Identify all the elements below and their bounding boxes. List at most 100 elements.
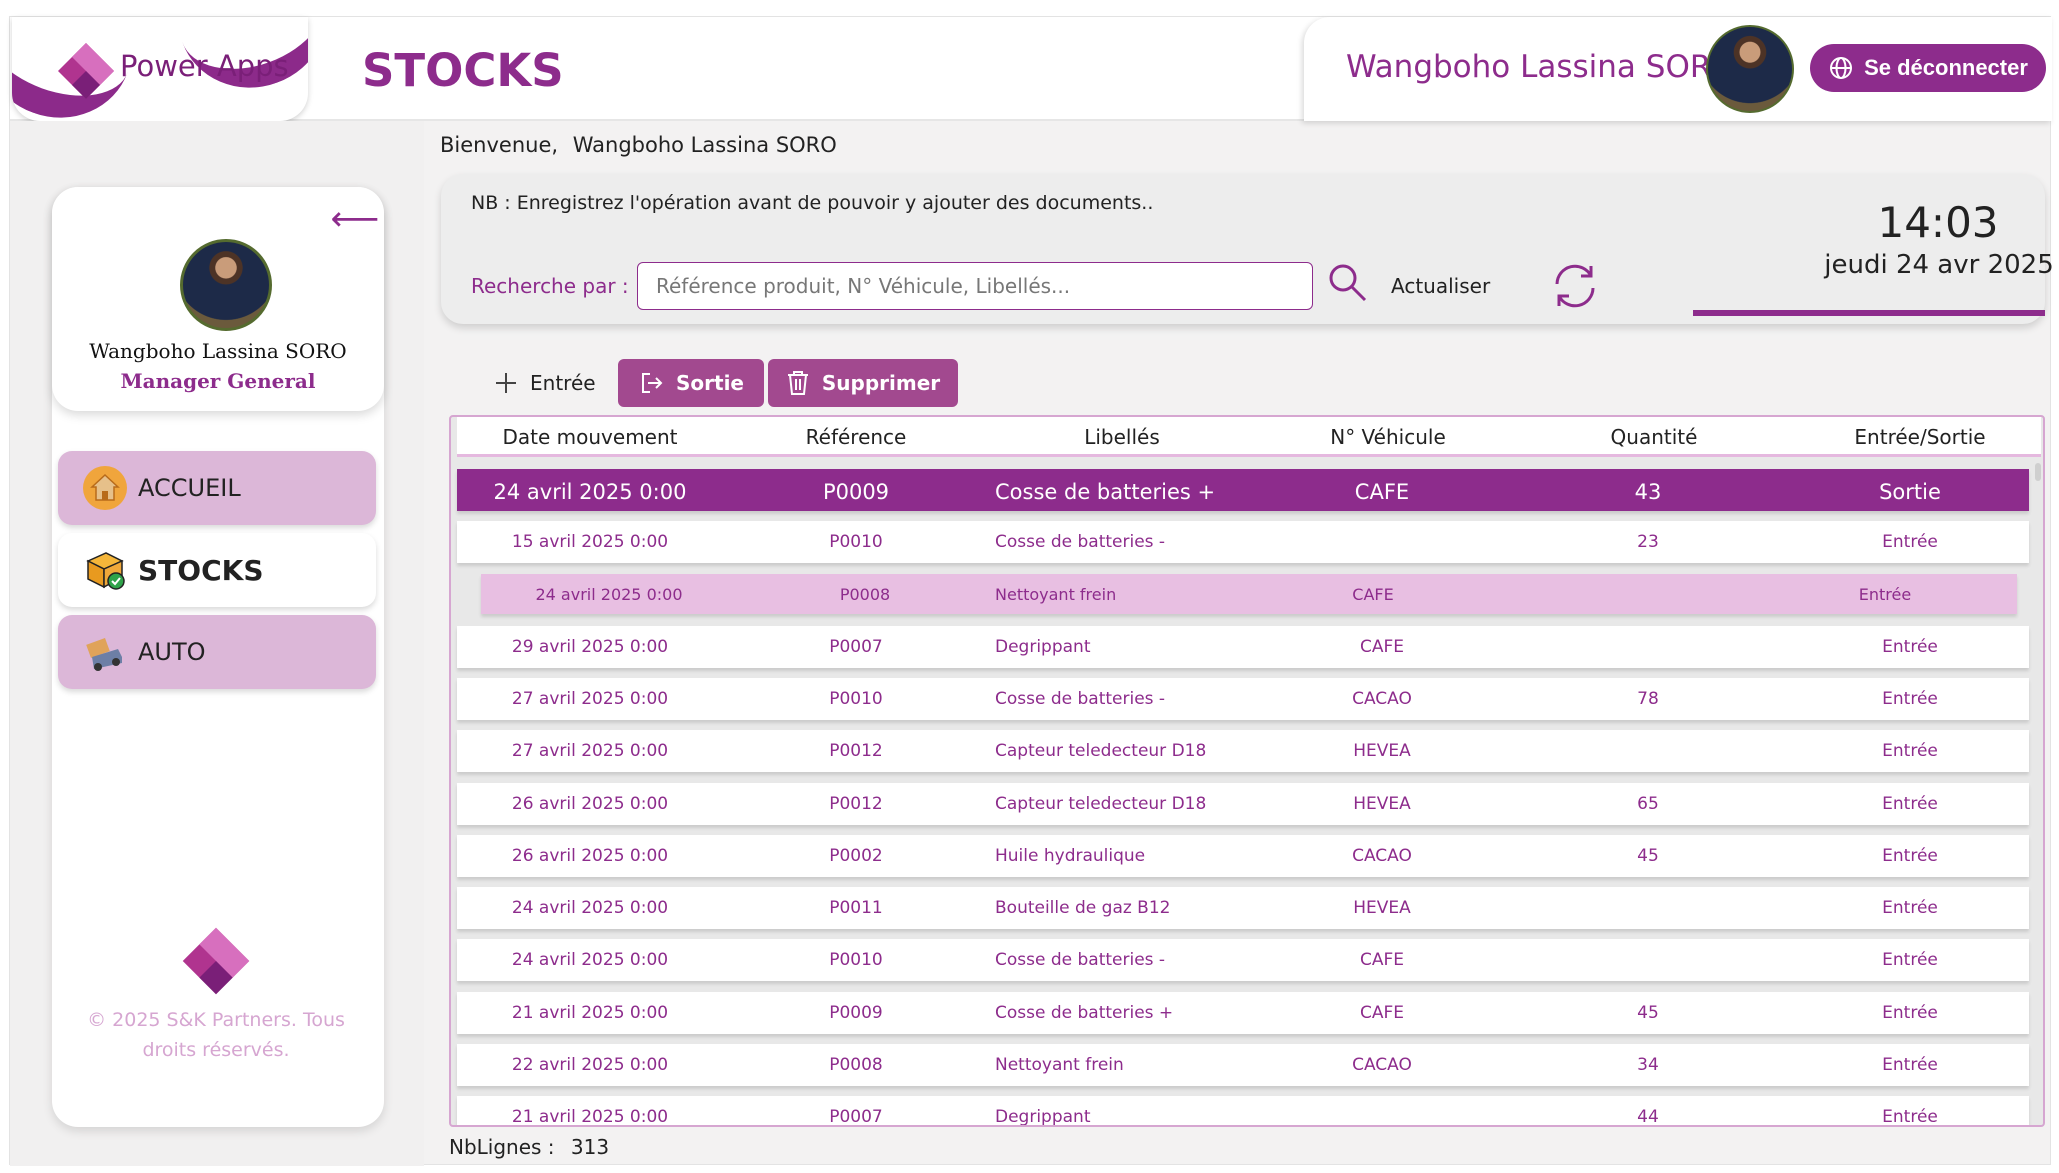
cell-date: 21 avril 2025 0:00 bbox=[511, 1107, 669, 1127]
cell-qty: 44 bbox=[1637, 1107, 1659, 1127]
cell-io: Entrée bbox=[1882, 1055, 1938, 1075]
cell-io: Entrée bbox=[1858, 585, 1912, 604]
row-count: NbLignes : 313 bbox=[449, 1135, 609, 1159]
table-row[interactable]: 27 avril 2025 0:00 P0010 Cosse de batterie… bbox=[457, 678, 2029, 720]
info-panel: NB : Enregistrez l'opération avant de po… bbox=[441, 174, 2054, 324]
row-count-value: 313 bbox=[570, 1135, 610, 1159]
refresh-label: Actualiser bbox=[1391, 274, 1491, 298]
user-box: Wangboho Lassina SORO Se déconnecter bbox=[1304, 17, 2052, 121]
cell-ref: P0010 bbox=[829, 532, 883, 552]
cell-veh: CACAO bbox=[1352, 1055, 1412, 1075]
cell-date: 24 avril 2025 0:00 bbox=[535, 585, 683, 604]
cell-io: Entrée bbox=[1882, 1107, 1938, 1127]
col-date[interactable]: Date mouvement bbox=[457, 425, 723, 449]
table-row[interactable]: 24 avril 2025 0:00 P0010 Cosse de batterie… bbox=[457, 939, 2029, 981]
cell-veh: HEVEA bbox=[1353, 794, 1411, 814]
cell-ref: P0009 bbox=[829, 1003, 883, 1023]
welcome-name: Wangboho Lassina SORO bbox=[572, 133, 837, 157]
cell-date: 27 avril 2025 0:00 bbox=[511, 689, 669, 709]
cell-lib: Cosse de batteries - bbox=[995, 532, 1166, 552]
table-row[interactable]: 15 avril 2025 0:00 P0010 Cosse de batterie… bbox=[457, 521, 2029, 563]
page-title: STOCKS bbox=[362, 44, 564, 97]
cell-qty: 78 bbox=[1637, 689, 1659, 709]
table-row[interactable]: 27 avril 2025 0:00 P0012 Capteur teledecte… bbox=[457, 730, 2029, 772]
sidebar-item-auto[interactable]: AUTO bbox=[58, 615, 376, 689]
power-apps-icon bbox=[182, 927, 250, 995]
cell-io: Entrée bbox=[1882, 689, 1938, 709]
cell-date: 24 avril 2025 0:00 bbox=[493, 480, 687, 504]
cell-io: Entrée bbox=[1882, 1003, 1938, 1023]
sidebar-item-accueil[interactable]: ACCUEIL bbox=[58, 451, 376, 525]
welcome-line: Bienvenue, Wangboho Lassina SORO bbox=[440, 133, 845, 157]
logout-label: Se déconnecter bbox=[1864, 55, 2028, 80]
avatar bbox=[1706, 25, 1794, 113]
truck-icon bbox=[86, 638, 122, 671]
cell-veh: HEVEA bbox=[1353, 741, 1411, 761]
table-row[interactable]: 21 avril 2025 0:00 P0009 Cosse de batterie… bbox=[457, 992, 2029, 1034]
search-icon[interactable] bbox=[1325, 260, 1371, 306]
cell-io: Entrée bbox=[1882, 898, 1938, 918]
col-reference[interactable]: Référence bbox=[723, 425, 989, 449]
table-row[interactable]: 21 avril 2025 0:00 P0007 Degrippant 44 Entré… bbox=[457, 1096, 2029, 1127]
app-name: Power Apps bbox=[120, 49, 289, 83]
sortie-label: Sortie bbox=[676, 371, 744, 395]
clock-date: jeudi 24 avr 2025 bbox=[1824, 250, 2054, 280]
cell-date: 26 avril 2025 0:00 bbox=[511, 846, 669, 866]
cell-ref: P0010 bbox=[829, 689, 883, 709]
cell-ref: P0009 bbox=[822, 480, 890, 504]
clock-time: 14:03 bbox=[1877, 198, 1999, 247]
table-row[interactable]: 24 avril 2025 0:00 P0008 Nettoyant frein CA… bbox=[481, 574, 2017, 614]
cell-ref: P0011 bbox=[829, 898, 883, 918]
table-row[interactable]: 24 avril 2025 0:00 P0011 Bouteille de gaz … bbox=[457, 887, 2029, 929]
cell-qty: 43 bbox=[1634, 480, 1662, 504]
table-scrollbar[interactable] bbox=[2035, 463, 2041, 481]
cell-io: Entrée bbox=[1882, 532, 1938, 552]
search-input[interactable] bbox=[637, 262, 1313, 310]
row-count-label: NbLignes : bbox=[449, 1135, 555, 1159]
col-quantite[interactable]: Quantité bbox=[1521, 425, 1787, 449]
profile-card: ⟵ Wangboho Lassina SORO Manager General bbox=[52, 187, 384, 411]
cell-io: Entrée bbox=[1882, 846, 1938, 866]
stock-table: Date mouvement Référence Libellés N° Véh… bbox=[449, 415, 2045, 1127]
cell-qty: 45 bbox=[1637, 1003, 1659, 1023]
stock-box-icon bbox=[86, 552, 125, 590]
sidebar-item-label: STOCKS bbox=[138, 553, 264, 587]
table-row[interactable]: 29 avril 2025 0:00 P0007 Degrippant CAFE Ent… bbox=[457, 626, 2029, 668]
supprimer-button[interactable]: Supprimer bbox=[768, 359, 958, 407]
cell-lib: Degrippant bbox=[995, 1107, 1091, 1127]
logout-button[interactable]: Se déconnecter bbox=[1810, 44, 2046, 92]
power-apps-icon bbox=[58, 43, 114, 99]
sidebar-item-label: ACCUEIL bbox=[138, 474, 241, 502]
col-vehicule[interactable]: N° Véhicule bbox=[1255, 425, 1521, 449]
cell-io: Entrée bbox=[1882, 637, 1938, 657]
power-apps-logo-box: Power Apps bbox=[12, 17, 308, 121]
copyright-text: © 2025 S&K Partners. Tous droits réservé… bbox=[87, 1009, 345, 1061]
table-row[interactable]: 24 avril 2025 0:00 P0009 Cosse de batterie… bbox=[457, 469, 2029, 511]
cell-veh: CAFE bbox=[1354, 480, 1410, 504]
col-libelles[interactable]: Libellés bbox=[989, 425, 1255, 449]
cell-veh: CAFE bbox=[1359, 950, 1405, 970]
cell-veh: CAFE bbox=[1352, 585, 1394, 604]
table-row[interactable]: 22 avril 2025 0:00 P0008 Nettoyant frein CA… bbox=[457, 1044, 2029, 1086]
search-label: Recherche par : bbox=[471, 274, 629, 298]
cell-date: 27 avril 2025 0:00 bbox=[511, 741, 669, 761]
note-text: NB : Enregistrez l'opération avant de po… bbox=[471, 192, 1154, 214]
cell-ref: P0008 bbox=[839, 585, 891, 604]
entree-button[interactable]: Entrée bbox=[484, 359, 606, 407]
cell-date: 24 avril 2025 0:00 bbox=[511, 898, 669, 918]
refresh-icon[interactable] bbox=[1547, 258, 1603, 314]
cell-io: Entrée bbox=[1882, 950, 1938, 970]
collapse-arrow-icon[interactable]: ⟵ bbox=[330, 199, 380, 239]
table-row[interactable]: 26 avril 2025 0:00 P0012 Capteur teledecte… bbox=[457, 783, 2029, 825]
sidebar-item-stocks[interactable]: STOCKS bbox=[58, 533, 376, 607]
cell-ref: P0008 bbox=[829, 1055, 883, 1075]
cell-date: 24 avril 2025 0:00 bbox=[511, 950, 669, 970]
col-entree-sortie[interactable]: Entrée/Sortie bbox=[1787, 425, 2043, 449]
sortie-button[interactable]: Sortie bbox=[618, 359, 764, 407]
cell-ref: P0010 bbox=[829, 950, 883, 970]
profile-role: Manager General bbox=[120, 369, 316, 393]
app-window: Power Apps STOCKS Wangboho Lassina SORO … bbox=[9, 16, 2054, 1166]
profile-avatar bbox=[180, 239, 272, 331]
cell-qty: 23 bbox=[1637, 532, 1659, 552]
table-row[interactable]: 26 avril 2025 0:00 P0002 Huile hydraulique… bbox=[457, 835, 2029, 877]
